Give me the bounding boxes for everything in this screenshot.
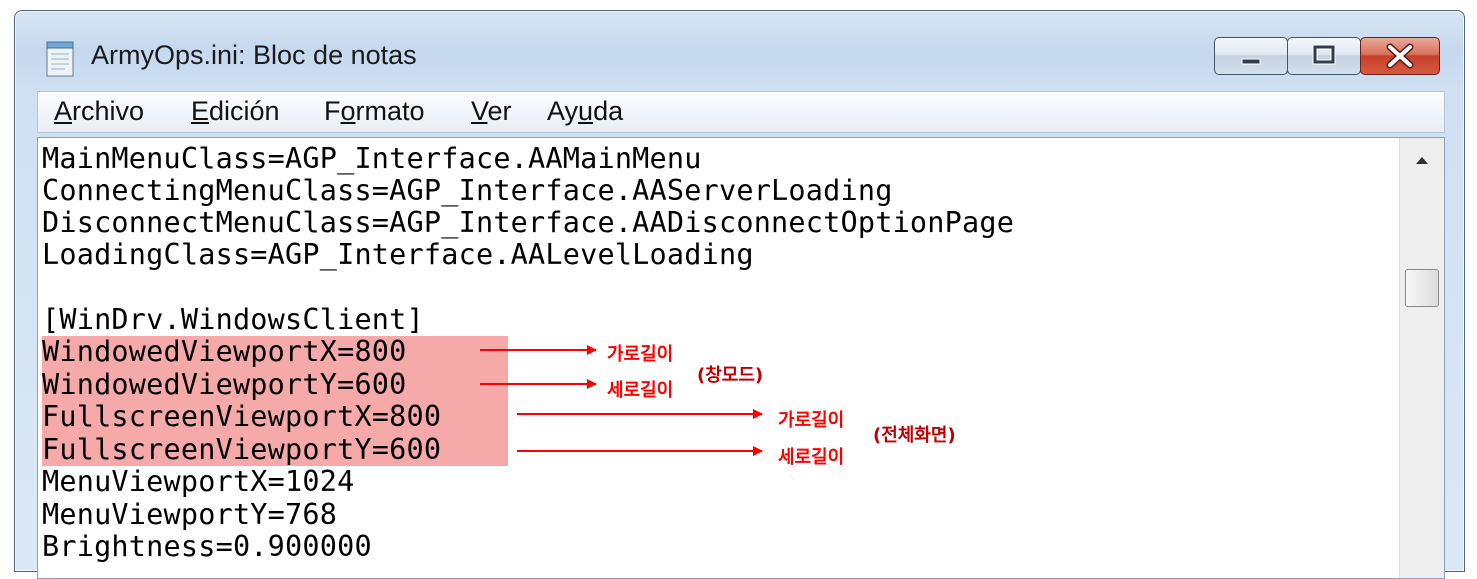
text-line: FullscreenViewportX=800: [42, 400, 442, 433]
minimize-button[interactable]: [1214, 37, 1288, 75]
menu-ver[interactable]: Ver: [471, 96, 512, 127]
text-line: MenuViewportX=1024: [42, 465, 355, 498]
annotation-fullscreen-width: 가로길이: [778, 410, 845, 431]
menu-ayuda[interactable]: Ayuda: [547, 96, 623, 127]
vertical-scrollbar[interactable]: [1399, 138, 1444, 578]
annotation-windowed-width: 가로길이: [607, 344, 674, 365]
menu-edicion[interactable]: Edición: [191, 96, 280, 127]
maximize-icon: [1312, 44, 1336, 65]
menu-formato-label: Formato: [324, 96, 425, 126]
close-button[interactable]: [1360, 37, 1440, 75]
notepad-window: ArmyOps.ini: Bloc de notas Archivo Edici…: [14, 10, 1465, 579]
text-line: ConnectingMenuClass=AGP_Interface.AAServ…: [42, 174, 893, 207]
close-icon: [1386, 43, 1414, 69]
minimize-icon: [1241, 58, 1261, 65]
menu-bar: Archivo Edición Formato Ver Ayuda: [37, 91, 1445, 133]
text-editor[interactable]: MainMenuClass=AGP_Interface.AAMainMenu C…: [37, 137, 1445, 579]
annotation-fullscreen-group: (전체화면): [873, 425, 956, 446]
menu-archivo-label: Archivo: [54, 96, 145, 126]
menu-edicion-label: Edición: [191, 96, 280, 126]
text-line: Brightness=0.900000: [42, 530, 372, 563]
scroll-up-icon[interactable]: [1400, 138, 1444, 182]
menu-archivo[interactable]: Archivo: [54, 96, 144, 127]
annotation-windowed-height: 세로길이: [607, 380, 674, 401]
text-line: DisconnectMenuClass=AGP_Interface.AADisc…: [42, 206, 1015, 239]
text-line: MenuViewportY=768: [42, 498, 338, 531]
annotation-fullscreen-height: 세로길이: [778, 447, 845, 468]
text-line: WindowedViewportX=800: [42, 335, 407, 368]
annotation-windowed-group: (창모드): [697, 365, 764, 386]
menu-formato[interactable]: Formato: [324, 96, 425, 127]
scroll-thumb[interactable]: [1405, 269, 1439, 307]
text-line: LoadingClass=AGP_Interface.AALevelLoadin…: [42, 238, 754, 271]
text-line: MainMenuClass=AGP_Interface.AAMainMenu: [42, 142, 702, 175]
text-line: [WinDrv.WindowsClient]: [42, 303, 424, 336]
text-line: WindowedViewportY=600: [42, 368, 407, 401]
caption-buttons: [1214, 37, 1440, 77]
text-line: FullscreenViewportY=600: [42, 433, 442, 466]
menu-ayuda-label: Ayuda: [547, 96, 624, 126]
menu-ver-label: Ver: [471, 96, 512, 126]
maximize-button[interactable]: [1287, 37, 1361, 75]
window-title: ArmyOps.ini: Bloc de notas: [91, 40, 417, 70]
title-bar[interactable]: ArmyOps.ini: Bloc de notas: [15, 11, 1464, 93]
notepad-icon: [46, 41, 74, 77]
